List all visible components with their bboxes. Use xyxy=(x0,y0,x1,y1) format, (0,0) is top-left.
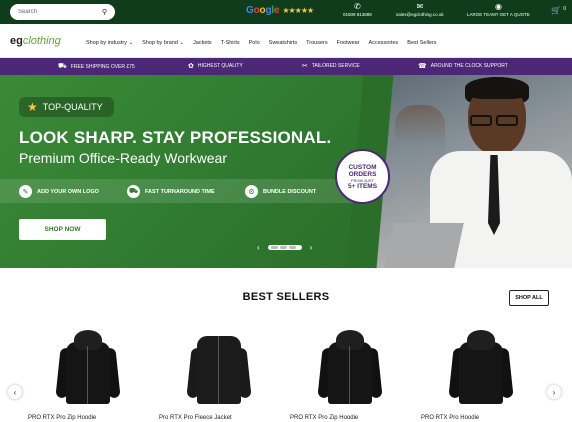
best-sellers-title: BEST SELLERS xyxy=(242,291,330,303)
chevron-left-icon: ‹ xyxy=(13,387,17,397)
shop-now-button[interactable]: SHOP NOW xyxy=(19,219,106,240)
product-name[interactable]: PRO RTX Pro Zip Hoodie xyxy=(28,415,96,421)
chevron-right-icon[interactable]: › xyxy=(310,243,313,252)
badge-label: TOP-QUALITY xyxy=(42,102,103,112)
logo-clothing: clothing xyxy=(22,35,61,47)
top-quality-badge: ★ TOP-QUALITY xyxy=(19,97,114,117)
cart-count: 0 xyxy=(563,6,566,12)
product-name[interactable]: Pro RTX Pro Fleece Jacket xyxy=(159,415,232,421)
product-card[interactable]: Pro RTX Pro Fleece Jacket xyxy=(159,322,269,422)
star-icon: ★ xyxy=(27,100,38,114)
chevron-right-icon: › xyxy=(552,387,556,397)
feature-label: ADD YOUR OWN LOGO xyxy=(37,188,99,195)
nav-item-shop-by-industry[interactable]: Shop by industry ⌄ xyxy=(86,40,133,46)
carousel-next-button[interactable]: › xyxy=(547,385,561,399)
cart-button[interactable]: 🛒 0 xyxy=(551,6,566,15)
page: ⚲ Google ★★★★★ ✆ 01509 813888 ✉ sales@eg… xyxy=(0,0,572,422)
search-input[interactable] xyxy=(18,9,98,15)
feature-turnaround: ⛟ FAST TURNAROUND TIME xyxy=(127,185,215,198)
usp-support: ☎ AROUND THE CLOCK SUPPORT xyxy=(418,62,508,70)
product-image-zip-hoodie[interactable] xyxy=(317,326,383,406)
laptop xyxy=(384,223,464,268)
nav-menu: Shop by industry ⌄ Shop by brand ⌄ Jacke… xyxy=(86,40,437,46)
carousel-controls: ‹ › xyxy=(257,243,312,252)
search-icon[interactable]: ⚲ xyxy=(102,8,107,16)
carousel-indicator[interactable] xyxy=(267,245,302,250)
usp-strip: ⛟ FREE SHIPPING OVER £75 ✿ HIGHEST QUALI… xyxy=(0,58,572,75)
email-contact[interactable]: ✉ sales@egclothing.co.uk xyxy=(396,2,444,18)
nav-item-jackets[interactable]: Jackets xyxy=(193,40,212,46)
email-address: sales@egclothing.co.uk xyxy=(396,12,444,17)
feature-logo: ✎ ADD YOUR OWN LOGO xyxy=(19,185,99,198)
star-rating: ★★★★★ xyxy=(282,6,314,15)
product-name[interactable]: PRO RTX Pro Hoodie xyxy=(421,415,479,421)
product-card[interactable]: PRO RTX Pro Hoodie xyxy=(421,322,531,422)
nav-item-t-shirts[interactable]: T-Shirts xyxy=(221,40,240,46)
feature-bundle: ⚙ BUNDLE DISCOUNT xyxy=(245,185,316,198)
headset-icon: ☎ xyxy=(418,63,427,70)
product-card[interactable]: PRO RTX Pro Zip Hoodie xyxy=(290,322,400,422)
usp-label: FREE SHIPPING OVER £75 xyxy=(70,63,135,70)
hero-subheadline: Premium Office-Ready Workwear xyxy=(19,150,227,166)
carousel-prev-button[interactable]: ‹ xyxy=(8,385,22,399)
feature-label: BUNDLE DISCOUNT xyxy=(263,188,317,195)
hero-features: ✎ ADD YOUR OWN LOGO ⛟ FAST TURNAROUND TI… xyxy=(0,179,372,203)
product-name[interactable]: PRO RTX Pro Zip Hoodie xyxy=(290,415,358,421)
nav-item-shop-by-brand[interactable]: Shop by brand ⌄ xyxy=(142,40,184,46)
main-nav: egclothing Shop by industry ⌄ Shop by br… xyxy=(0,24,572,58)
custom-line1: CUSTOM xyxy=(348,163,377,171)
search-box[interactable]: ⚲ xyxy=(10,4,115,20)
google-logo: Google xyxy=(246,5,280,16)
truck-icon: ⛟ xyxy=(58,63,67,70)
gear-icon: ⚙ xyxy=(245,185,258,198)
nav-item-best-sellers[interactable]: Best Sellers xyxy=(407,40,436,46)
usp-label: HIGHEST QUALITY xyxy=(197,63,243,69)
phone-number: 01509 813888 xyxy=(343,12,372,17)
shop-all-button[interactable]: SHOP ALL xyxy=(509,290,549,306)
nav-item-sweatshirts[interactable]: Sweatshirts xyxy=(269,40,297,46)
phone-icon: ✆ xyxy=(354,2,361,11)
model-hair-top xyxy=(465,77,529,99)
large-team-quote[interactable]: ◉ LARGE TEAM? GET A QUOTE xyxy=(467,2,530,18)
custom-line4: 5+ ITEMS xyxy=(347,182,378,190)
tag-icon: ✂ xyxy=(302,63,308,70)
top-bar: ⚲ Google ★★★★★ ✆ 01509 813888 ✉ sales@eg… xyxy=(0,0,572,24)
hero-banner[interactable]: ★ TOP-QUALITY LOOK SHARP. STAY PROFESSIO… xyxy=(0,75,572,268)
hero-headline: LOOK SHARP. STAY PROFESSIONAL. xyxy=(19,128,332,147)
medal-icon: ✿ xyxy=(188,63,194,70)
usp-highest-quality: ✿ HIGHEST QUALITY xyxy=(188,62,243,70)
product-card[interactable]: PRO RTX Pro Zip Hoodie xyxy=(28,322,138,422)
usp-label: AROUND THE CLOCK SUPPORT xyxy=(430,63,508,69)
logo-eg: eg xyxy=(10,35,23,47)
custom-orders-badge: CUSTOM ORDERS FROM JUST 5+ ITEMS xyxy=(335,149,390,204)
usp-free-shipping: ⛟ FREE SHIPPING OVER £75 xyxy=(58,62,135,71)
mail-icon: ✉ xyxy=(416,2,424,11)
model-glasses xyxy=(470,115,520,126)
google-rating[interactable]: Google ★★★★★ xyxy=(246,5,314,16)
large-team-label: LARGE TEAM? GET A QUOTE xyxy=(467,12,530,17)
cart-icon: 🛒 xyxy=(551,6,561,15)
phone-contact[interactable]: ✆ 01509 813888 xyxy=(343,2,372,18)
nav-item-trousers[interactable]: Trousers xyxy=(306,40,328,46)
chevron-left-icon[interactable]: ‹ xyxy=(257,243,260,252)
product-image-zip-hoodie[interactable] xyxy=(55,326,121,406)
product-image-hoodie[interactable] xyxy=(448,326,514,406)
usp-tailored-service: ✂ TAILORED SERVICE xyxy=(302,62,360,70)
nav-item-accessories[interactable]: Accessories xyxy=(369,40,399,46)
truck-icon: ⛟ xyxy=(127,185,140,198)
site-logo[interactable]: egclothing xyxy=(10,35,61,47)
chat-icon: ◉ xyxy=(494,2,502,11)
nav-item-footwear[interactable]: Footwear xyxy=(337,40,360,46)
feature-label: FAST TURNAROUND TIME xyxy=(145,188,215,195)
custom-line2: ORDERS xyxy=(348,170,377,178)
product-image-fleece-jacket[interactable] xyxy=(186,326,252,406)
pen-icon: ✎ xyxy=(19,185,32,198)
nav-item-polo[interactable]: Polo xyxy=(249,40,260,46)
usp-label: TAILORED SERVICE xyxy=(311,63,360,69)
